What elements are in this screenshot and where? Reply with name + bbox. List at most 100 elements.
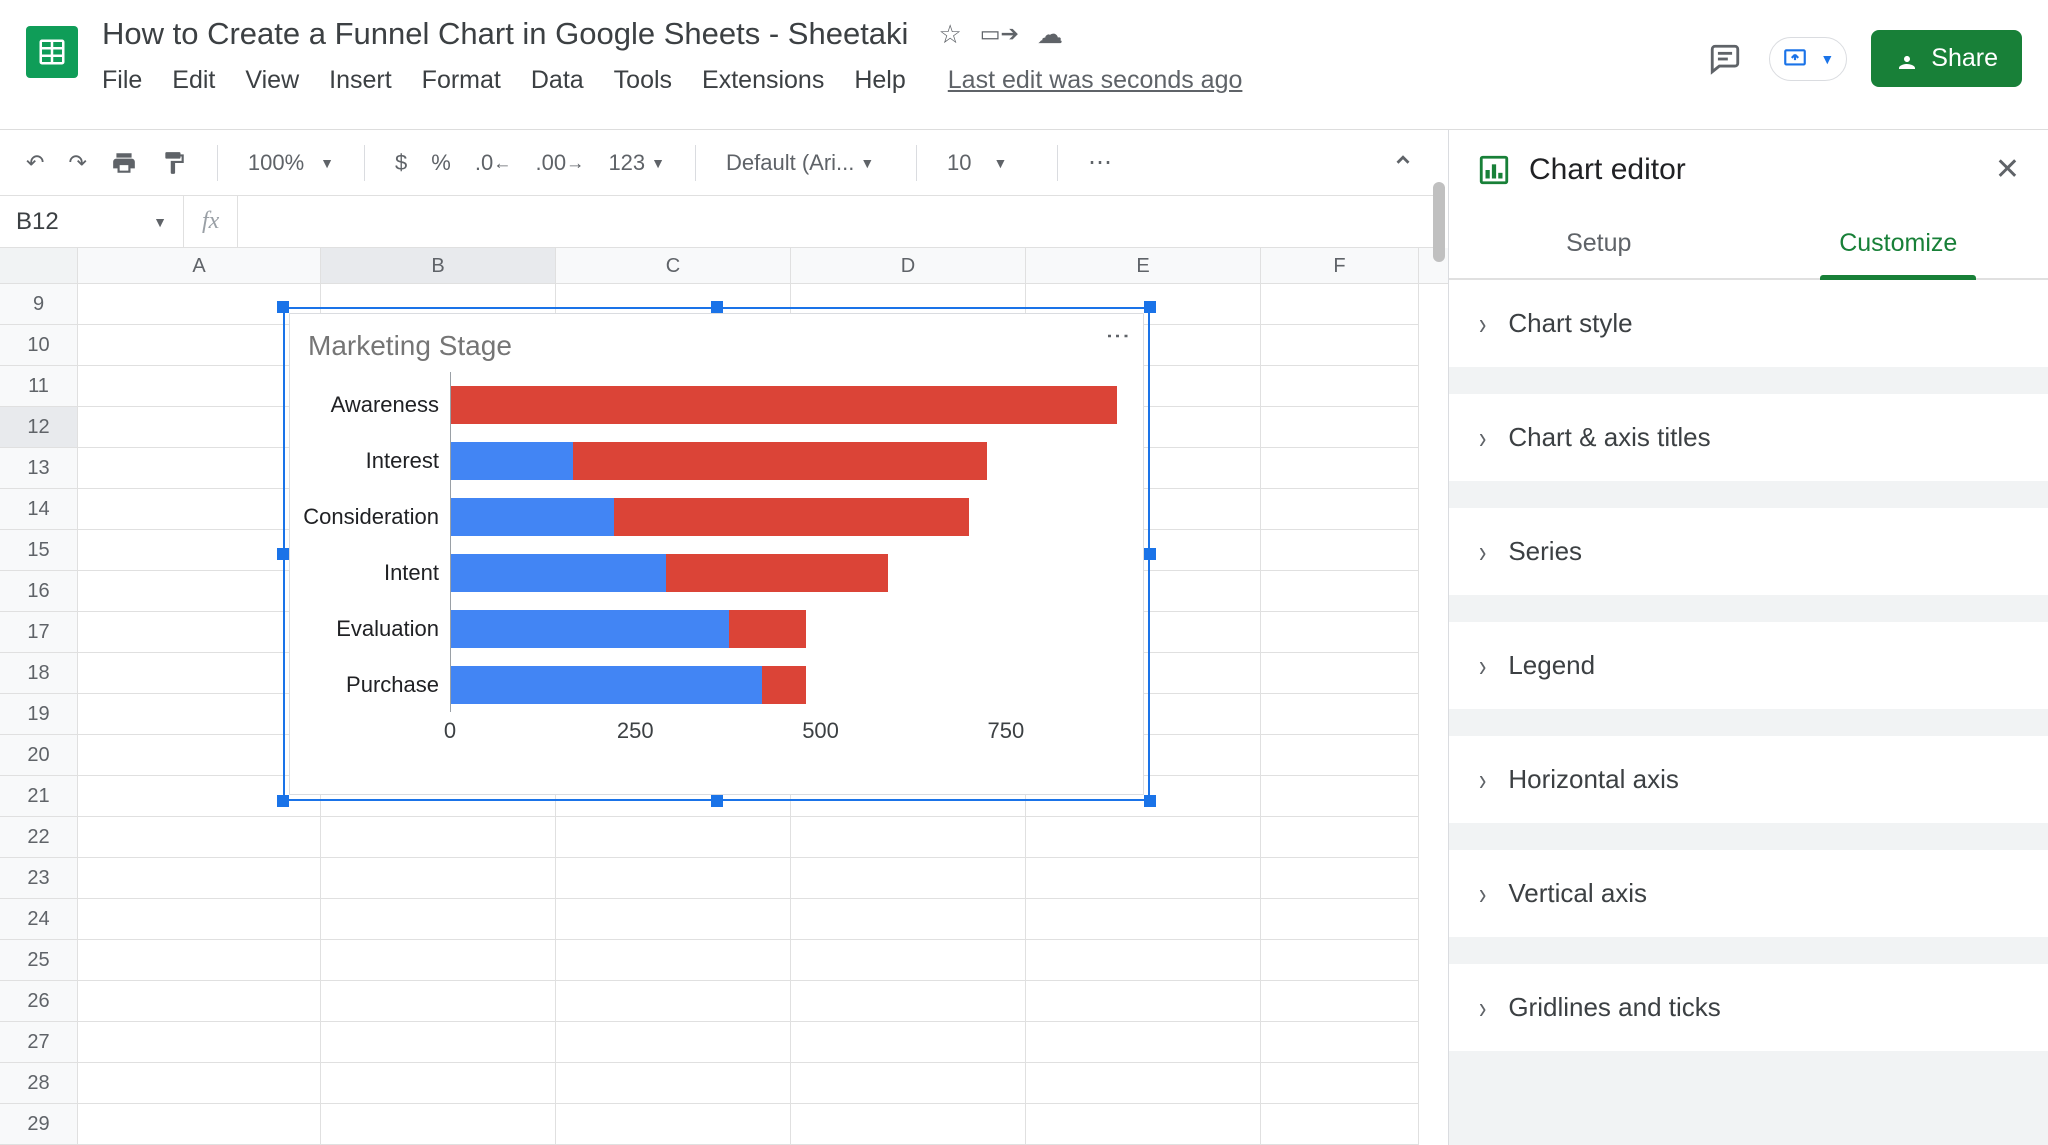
cell[interactable] <box>1261 817 1419 858</box>
row-header[interactable]: 26 <box>0 981 78 1022</box>
column-header[interactable]: C <box>556 248 791 283</box>
cell[interactable] <box>791 1022 1026 1063</box>
editor-section[interactable]: ›Horizontal axis <box>1449 736 2048 824</box>
star-icon[interactable]: ☆ <box>938 19 961 50</box>
cloud-icon[interactable]: ☁ <box>1037 19 1063 50</box>
cell[interactable] <box>556 1104 791 1145</box>
chart-object[interactable]: ⋮ Marketing Stage AwarenessInterestConsi… <box>283 307 1150 801</box>
cell[interactable] <box>78 817 321 858</box>
app-logo[interactable] <box>26 26 78 78</box>
cell[interactable] <box>1026 1104 1261 1145</box>
menu-extensions[interactable]: Extensions <box>702 66 824 95</box>
cell[interactable] <box>78 1022 321 1063</box>
share-button[interactable]: Share <box>1871 30 2022 87</box>
menu-tools[interactable]: Tools <box>614 66 672 95</box>
menu-edit[interactable]: Edit <box>172 66 215 95</box>
cell[interactable] <box>1261 899 1419 940</box>
row-header[interactable]: 19 <box>0 694 78 735</box>
editor-section[interactable]: ›Chart style <box>1449 280 2048 368</box>
editor-section[interactable]: ›Chart & axis titles <box>1449 394 2048 482</box>
menu-insert[interactable]: Insert <box>329 66 392 95</box>
column-header[interactable]: E <box>1026 248 1261 283</box>
present-button[interactable]: ▼ <box>1769 37 1847 81</box>
row-header[interactable]: 28 <box>0 1063 78 1104</box>
cell[interactable] <box>78 1063 321 1104</box>
cell[interactable] <box>556 981 791 1022</box>
row-header[interactable]: 21 <box>0 776 78 817</box>
percent-icon[interactable]: % <box>431 150 451 176</box>
cell[interactable] <box>1026 940 1261 981</box>
row-header[interactable]: 12 <box>0 407 78 448</box>
cell[interactable] <box>1261 284 1419 325</box>
tab-customize[interactable]: Customize <box>1749 209 2048 278</box>
row-header[interactable]: 29 <box>0 1104 78 1145</box>
scrollbar[interactable] <box>1433 182 1445 262</box>
cell[interactable] <box>321 858 556 899</box>
cell[interactable] <box>791 1063 1026 1104</box>
cell[interactable] <box>556 899 791 940</box>
row-header[interactable]: 9 <box>0 284 78 325</box>
more-tools-icon[interactable]: ⋯ <box>1088 148 1115 177</box>
menu-view[interactable]: View <box>245 66 299 95</box>
cell[interactable] <box>321 1022 556 1063</box>
cell[interactable] <box>1026 817 1261 858</box>
row-header[interactable]: 17 <box>0 612 78 653</box>
resize-handle[interactable] <box>277 548 289 560</box>
row-header[interactable]: 15 <box>0 530 78 571</box>
cell[interactable] <box>321 940 556 981</box>
row-header[interactable]: 22 <box>0 817 78 858</box>
cell[interactable] <box>1026 899 1261 940</box>
cell[interactable] <box>321 1104 556 1145</box>
cell[interactable] <box>1261 407 1419 448</box>
print-icon[interactable] <box>111 150 137 176</box>
resize-handle[interactable] <box>1144 301 1156 313</box>
row-header[interactable]: 20 <box>0 735 78 776</box>
document-title[interactable]: How to Create a Funnel Chart in Google S… <box>102 16 908 52</box>
cell[interactable] <box>78 981 321 1022</box>
cell[interactable] <box>1261 1022 1419 1063</box>
collapse-toolbar-icon[interactable] <box>1392 149 1414 177</box>
cell[interactable] <box>556 940 791 981</box>
cell[interactable] <box>1026 1022 1261 1063</box>
row-header[interactable]: 25 <box>0 940 78 981</box>
name-box[interactable]: B12 ▼ <box>0 196 184 247</box>
cell[interactable] <box>321 899 556 940</box>
close-icon[interactable]: ✕ <box>1995 152 2020 187</box>
menu-format[interactable]: Format <box>422 66 501 95</box>
cell[interactable] <box>321 817 556 858</box>
cell[interactable] <box>791 899 1026 940</box>
more-formats[interactable]: 123▼ <box>608 150 665 176</box>
cell[interactable] <box>1261 571 1419 612</box>
cell[interactable] <box>1261 776 1419 817</box>
cell[interactable] <box>1026 858 1261 899</box>
resize-handle[interactable] <box>1144 548 1156 560</box>
row-header[interactable]: 16 <box>0 571 78 612</box>
resize-handle[interactable] <box>711 301 723 313</box>
menu-data[interactable]: Data <box>531 66 584 95</box>
font-select[interactable]: Default (Ari...▼ <box>726 150 886 176</box>
decrease-decimal-icon[interactable]: .0← <box>475 150 512 176</box>
cell[interactable] <box>1026 1063 1261 1104</box>
resize-handle[interactable] <box>277 301 289 313</box>
cell[interactable] <box>1261 858 1419 899</box>
row-header[interactable]: 10 <box>0 325 78 366</box>
cell[interactable] <box>791 817 1026 858</box>
cell[interactable] <box>556 1022 791 1063</box>
cell[interactable] <box>1261 981 1419 1022</box>
cell[interactable] <box>1261 366 1419 407</box>
editor-section[interactable]: ›Legend <box>1449 622 2048 710</box>
column-header[interactable]: A <box>78 248 321 283</box>
resize-handle[interactable] <box>277 795 289 807</box>
cell[interactable] <box>1261 612 1419 653</box>
row-header[interactable]: 13 <box>0 448 78 489</box>
cell[interactable] <box>78 858 321 899</box>
select-all-corner[interactable] <box>0 248 78 283</box>
row-header[interactable]: 11 <box>0 366 78 407</box>
row-header[interactable]: 23 <box>0 858 78 899</box>
move-icon[interactable]: ▭➔ <box>980 21 1019 47</box>
comments-icon[interactable] <box>1705 39 1745 79</box>
increase-decimal-icon[interactable]: .00→ <box>536 150 585 176</box>
column-header[interactable]: F <box>1261 248 1419 283</box>
cell[interactable] <box>1261 448 1419 489</box>
editor-section[interactable]: ›Vertical axis <box>1449 850 2048 938</box>
